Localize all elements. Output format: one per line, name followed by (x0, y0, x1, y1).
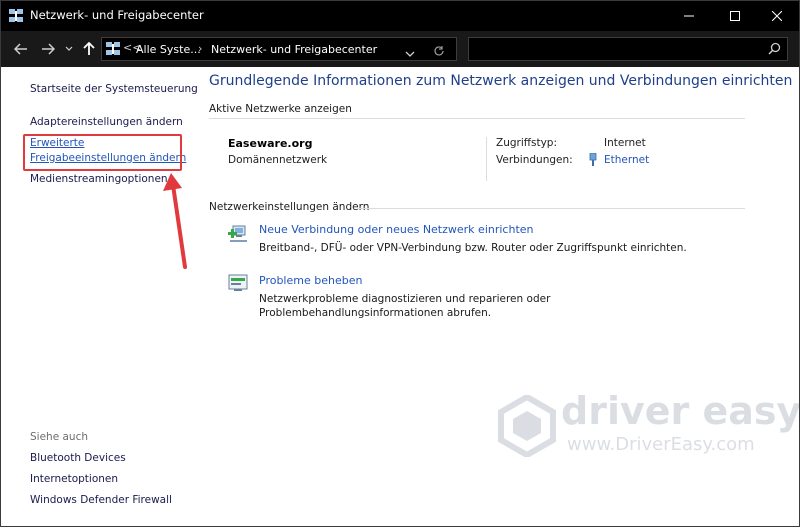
control-panel-icon (106, 42, 120, 55)
network-type: Domänennetzwerk (228, 154, 328, 166)
chevron-down-icon (405, 51, 415, 57)
forward-button[interactable] (38, 39, 58, 59)
network-name: Easeware.org (228, 137, 313, 150)
troubleshoot-link[interactable]: Probleme beheben (259, 274, 362, 287)
driver-easy-logo-icon (498, 395, 556, 457)
minimize-icon (684, 15, 694, 17)
window-title: Netzwerk- und Freigabecenter (30, 8, 204, 22)
address-bar[interactable]: << Alle Syste... › Netzwerk- und Freigab… (101, 37, 457, 61)
watermark-url: www.DriverEasy.com (567, 434, 755, 455)
breadcrumb-all-control-panel[interactable]: Alle Syste... (136, 43, 201, 56)
refresh-button[interactable] (433, 42, 445, 61)
network-center-icon (9, 9, 23, 22)
window: Netzwerk- und Freigabecenter << Alle Sys… (0, 0, 800, 527)
divider-vertical (486, 137, 487, 181)
arrow-right-icon (42, 43, 55, 55)
change-settings-heading: Netzwerkeinstellungen ändern (209, 201, 370, 213)
page-title: Grundlegende Informationen zum Netzwerk … (209, 73, 793, 89)
access-type-value: Internet (604, 137, 646, 149)
up-button[interactable] (80, 39, 98, 59)
divider (357, 208, 745, 209)
breadcrumb-network-center[interactable]: Netzwerk- und Freigabecenter (211, 43, 377, 56)
troubleshoot-description: Netzwerkprobleme diagnostizieren und rep… (259, 293, 551, 319)
ethernet-icon (589, 153, 597, 166)
new-connection-description: Breitband-, DFÜ- oder VPN-Verbindung bzw… (259, 242, 687, 254)
search-input[interactable] (468, 37, 788, 61)
see-also-internet-options[interactable]: Internetoptionen (30, 473, 118, 485)
see-also-bluetooth[interactable]: Bluetooth Devices (30, 452, 126, 464)
connections-label: Verbindungen: (496, 154, 573, 166)
active-networks-heading: Aktive Netzwerke anzeigen (209, 103, 352, 115)
ethernet-connection-link[interactable]: Ethernet (604, 154, 649, 166)
back-button[interactable] (11, 39, 31, 59)
access-type-label: Zugriffstyp: (496, 137, 557, 149)
recent-locations-button[interactable] (63, 39, 75, 59)
new-connection-link[interactable]: Neue Verbindung oder neues Netzwerk einr… (259, 223, 534, 236)
search-icon (768, 42, 781, 55)
refresh-icon (434, 46, 444, 56)
highlight-annotation (23, 134, 182, 171)
title-bar[interactable]: Netzwerk- und Freigabecenter (1, 1, 799, 31)
sidebar-link-media-streaming[interactable]: Medienstreamingoptionen (30, 173, 168, 185)
main-content: Grundlegende Informationen zum Netzwerk … (197, 67, 799, 526)
new-connection-icon (228, 225, 247, 242)
breadcrumb-separator-icon[interactable]: › (198, 42, 202, 55)
see-also-firewall[interactable]: Windows Defender Firewall (30, 494, 172, 506)
address-dropdown-button[interactable] (405, 43, 415, 62)
minimize-button[interactable] (667, 1, 711, 31)
arrow-left-icon (14, 43, 27, 55)
sidebar-link-adapter-settings[interactable]: Adaptereinstellungen ändern (30, 116, 183, 128)
sidebar-link-control-panel-home[interactable]: Startseite der Systemsteuerung (30, 83, 198, 95)
navigation-bar: << Alle Syste... › Netzwerk- und Freigab… (1, 31, 799, 67)
troubleshoot-icon (228, 274, 248, 291)
see-also-heading: Siehe auch (30, 431, 89, 443)
chevron-down-icon (65, 46, 73, 51)
maximize-icon (730, 11, 740, 21)
watermark-brand: driver easy (561, 389, 800, 433)
maximize-button[interactable] (713, 1, 757, 31)
divider (209, 118, 745, 119)
close-button[interactable] (755, 1, 799, 31)
close-icon (772, 11, 782, 21)
annotation-arrow-icon (163, 173, 187, 269)
arrow-up-icon (83, 42, 95, 55)
